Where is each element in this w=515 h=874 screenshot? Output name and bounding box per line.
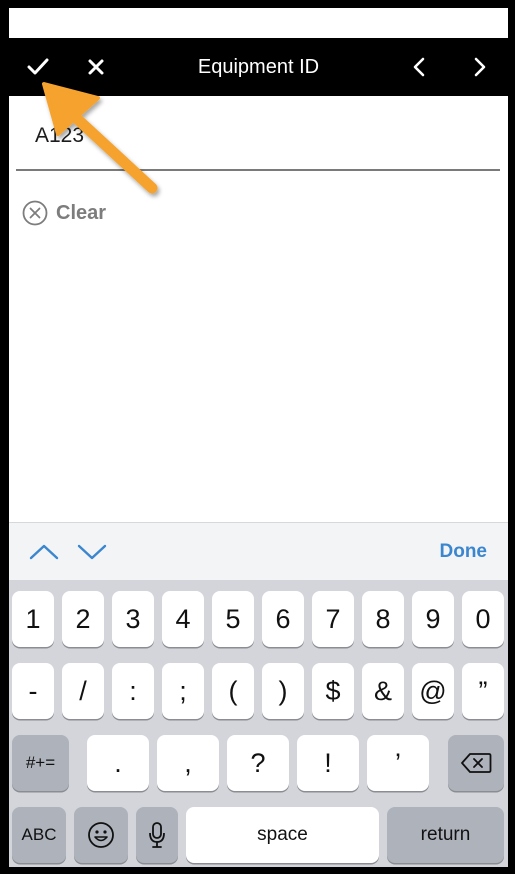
key-open-paren[interactable]: ( bbox=[212, 663, 254, 719]
key-6[interactable]: 6 bbox=[262, 591, 304, 647]
key-9[interactable]: 9 bbox=[412, 591, 454, 647]
orange-arrow-icon bbox=[42, 82, 158, 194]
key-dollar[interactable]: $ bbox=[312, 663, 354, 719]
key-semicolon[interactable]: ; bbox=[162, 663, 204, 719]
clear-label: Clear bbox=[56, 201, 107, 224]
chevron-up-icon bbox=[29, 544, 59, 560]
key-abc[interactable]: ABC bbox=[12, 807, 66, 863]
key-4[interactable]: 4 bbox=[162, 591, 204, 647]
key-apostrophe[interactable]: ’ bbox=[367, 735, 429, 791]
microphone-icon bbox=[149, 822, 165, 848]
key-slash[interactable]: / bbox=[62, 663, 104, 719]
next-field-arrow[interactable] bbox=[75, 537, 109, 567]
emoji-key[interactable] bbox=[74, 807, 128, 863]
clear-button[interactable]: Clear bbox=[22, 200, 106, 226]
key-period[interactable]: . bbox=[87, 735, 149, 791]
key-at[interactable]: @ bbox=[412, 663, 454, 719]
key-5[interactable]: 5 bbox=[212, 591, 254, 647]
key-colon[interactable]: : bbox=[112, 663, 154, 719]
key-0[interactable]: 0 bbox=[462, 591, 504, 647]
previous-field-arrow[interactable] bbox=[27, 537, 61, 567]
key-ampersand[interactable]: & bbox=[362, 663, 404, 719]
keyboard-accessory-bar: Done bbox=[9, 522, 508, 580]
status-bar bbox=[9, 8, 508, 38]
backspace-icon bbox=[461, 753, 492, 773]
previous-field-button[interactable] bbox=[394, 38, 444, 96]
key-2[interactable]: 2 bbox=[62, 591, 104, 647]
key-3[interactable]: 3 bbox=[112, 591, 154, 647]
numeric-keyboard: 1 2 3 4 5 6 7 8 9 0 - / : ; ( ) $ & @ ” … bbox=[9, 580, 508, 867]
emoji-icon bbox=[88, 822, 114, 848]
microphone-key[interactable] bbox=[136, 807, 178, 863]
chevron-down-icon bbox=[77, 544, 107, 560]
chevron-left-icon bbox=[413, 57, 425, 77]
key-symbols[interactable]: #+= bbox=[12, 735, 69, 791]
key-close-paren[interactable]: ) bbox=[262, 663, 304, 719]
key-question[interactable]: ? bbox=[227, 735, 289, 791]
key-8[interactable]: 8 bbox=[362, 591, 404, 647]
key-hyphen[interactable]: - bbox=[12, 663, 54, 719]
done-button[interactable]: Done bbox=[440, 541, 488, 563]
key-7[interactable]: 7 bbox=[312, 591, 354, 647]
key-1[interactable]: 1 bbox=[12, 591, 54, 647]
key-quote[interactable]: ” bbox=[462, 663, 504, 719]
backspace-key[interactable] bbox=[448, 735, 504, 791]
chevron-right-icon bbox=[474, 57, 486, 77]
clear-circle-x-icon bbox=[22, 200, 48, 226]
key-exclamation[interactable]: ! bbox=[297, 735, 359, 791]
return-key[interactable]: return bbox=[387, 807, 504, 863]
next-field-button[interactable] bbox=[455, 38, 505, 96]
key-comma[interactable]: , bbox=[157, 735, 219, 791]
device-frame: Equipment ID A123 Clear Done 1 2 3 4 5 6… bbox=[0, 0, 515, 874]
space-key[interactable]: space bbox=[186, 807, 379, 863]
